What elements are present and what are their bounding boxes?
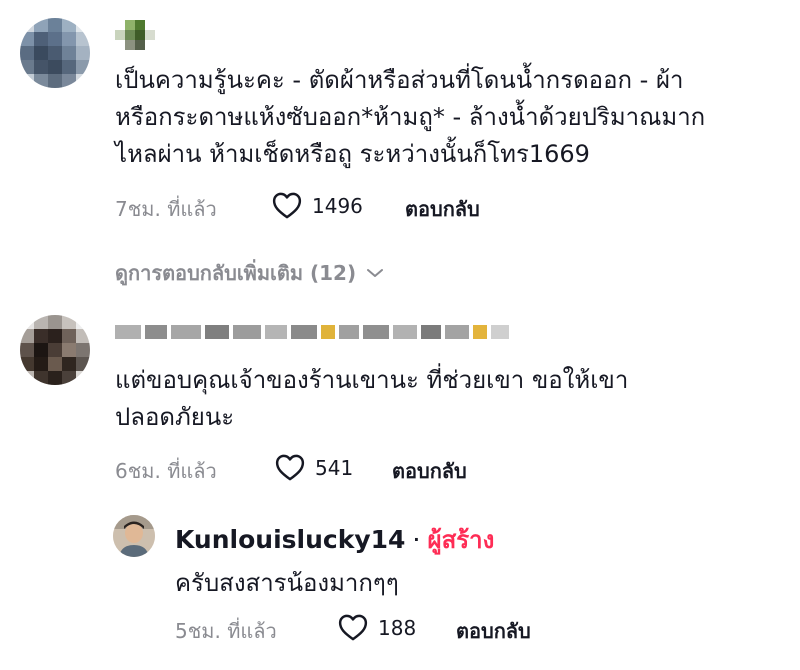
chevron-down-icon: [367, 269, 384, 277]
comment-2-text: แต่ขอบคุณเจ้าของร้านเขานะ ที่ช่วยเขา ขอใ…: [115, 362, 795, 436]
heart-outline-icon: [275, 454, 305, 481]
comment-2-username-pixelated[interactable]: [115, 325, 509, 339]
creator-badge: ผู้สร้าง: [427, 526, 495, 554]
comment-2-avatar[interactable]: [20, 315, 90, 385]
heart-outline-icon: [272, 192, 302, 219]
comment-1-line-1: เป็นความรู้นะคะ - ตัดผ้าหรือส่วนที่โดนน้…: [115, 66, 684, 94]
creator-avatar[interactable]: [113, 515, 155, 557]
comment-1-line-3: ไหลผ่าน ห้ามเช็ดหรือถู ระหว่างนั้นก็โทร1…: [115, 140, 590, 168]
comment-2-like-button[interactable]: 541: [275, 454, 353, 481]
comment-1-timestamp: 7ชม. ที่แล้ว: [115, 197, 217, 221]
creator-reply-text: ครับสงสารน้องมากๆๆ: [175, 569, 399, 597]
comment-1-text: เป็นความรู้นะคะ - ตัดผ้าหรือส่วนที่โดนน้…: [115, 62, 795, 173]
creator-reply-reply-button[interactable]: ตอบกลับ: [456, 615, 531, 647]
separator-dot: ·: [413, 530, 420, 549]
comment-1-line-2: หรือกระดาษแห้งซับออก*ห้ามถู* - ล้างน้ำด้…: [115, 103, 706, 131]
comment-2-line-1: แต่ขอบคุณเจ้าของร้านเขานะ ที่ช่วยเขา ขอใ…: [115, 366, 629, 394]
comment-1-like-count: 1496: [312, 193, 363, 218]
creator-reply-like-count: 188: [378, 615, 417, 640]
creator-username[interactable]: Kunlouislucky14: [175, 525, 405, 554]
comment-1-avatar[interactable]: [20, 18, 90, 88]
comment-1-reply-button[interactable]: ตอบกลับ: [405, 193, 480, 225]
comment-2-reply-button[interactable]: ตอบกลับ: [392, 455, 467, 487]
comment-1-username-pixelated[interactable]: [115, 20, 155, 50]
creator-avatar-image: [113, 515, 155, 557]
comment-1-like-button[interactable]: 1496: [272, 192, 363, 219]
creator-header: Kunlouislucky14 · ผู้สร้าง: [175, 520, 494, 559]
comment-2-timestamp: 6ชม. ที่แล้ว: [115, 459, 217, 483]
view-more-replies-label: ดูการตอบกลับเพิ่มเติม (12): [115, 261, 357, 285]
comment-2-line-2: ปลอดภัยนะ: [115, 403, 235, 431]
creator-reply-timestamp: 5ชม. ที่แล้ว: [175, 619, 277, 643]
comment-2-like-count: 541: [315, 455, 354, 480]
creator-reply-like-button[interactable]: 188: [338, 614, 416, 641]
view-more-replies-button[interactable]: ดูการตอบกลับเพิ่มเติม (12): [115, 257, 384, 289]
heart-outline-icon: [338, 614, 368, 641]
